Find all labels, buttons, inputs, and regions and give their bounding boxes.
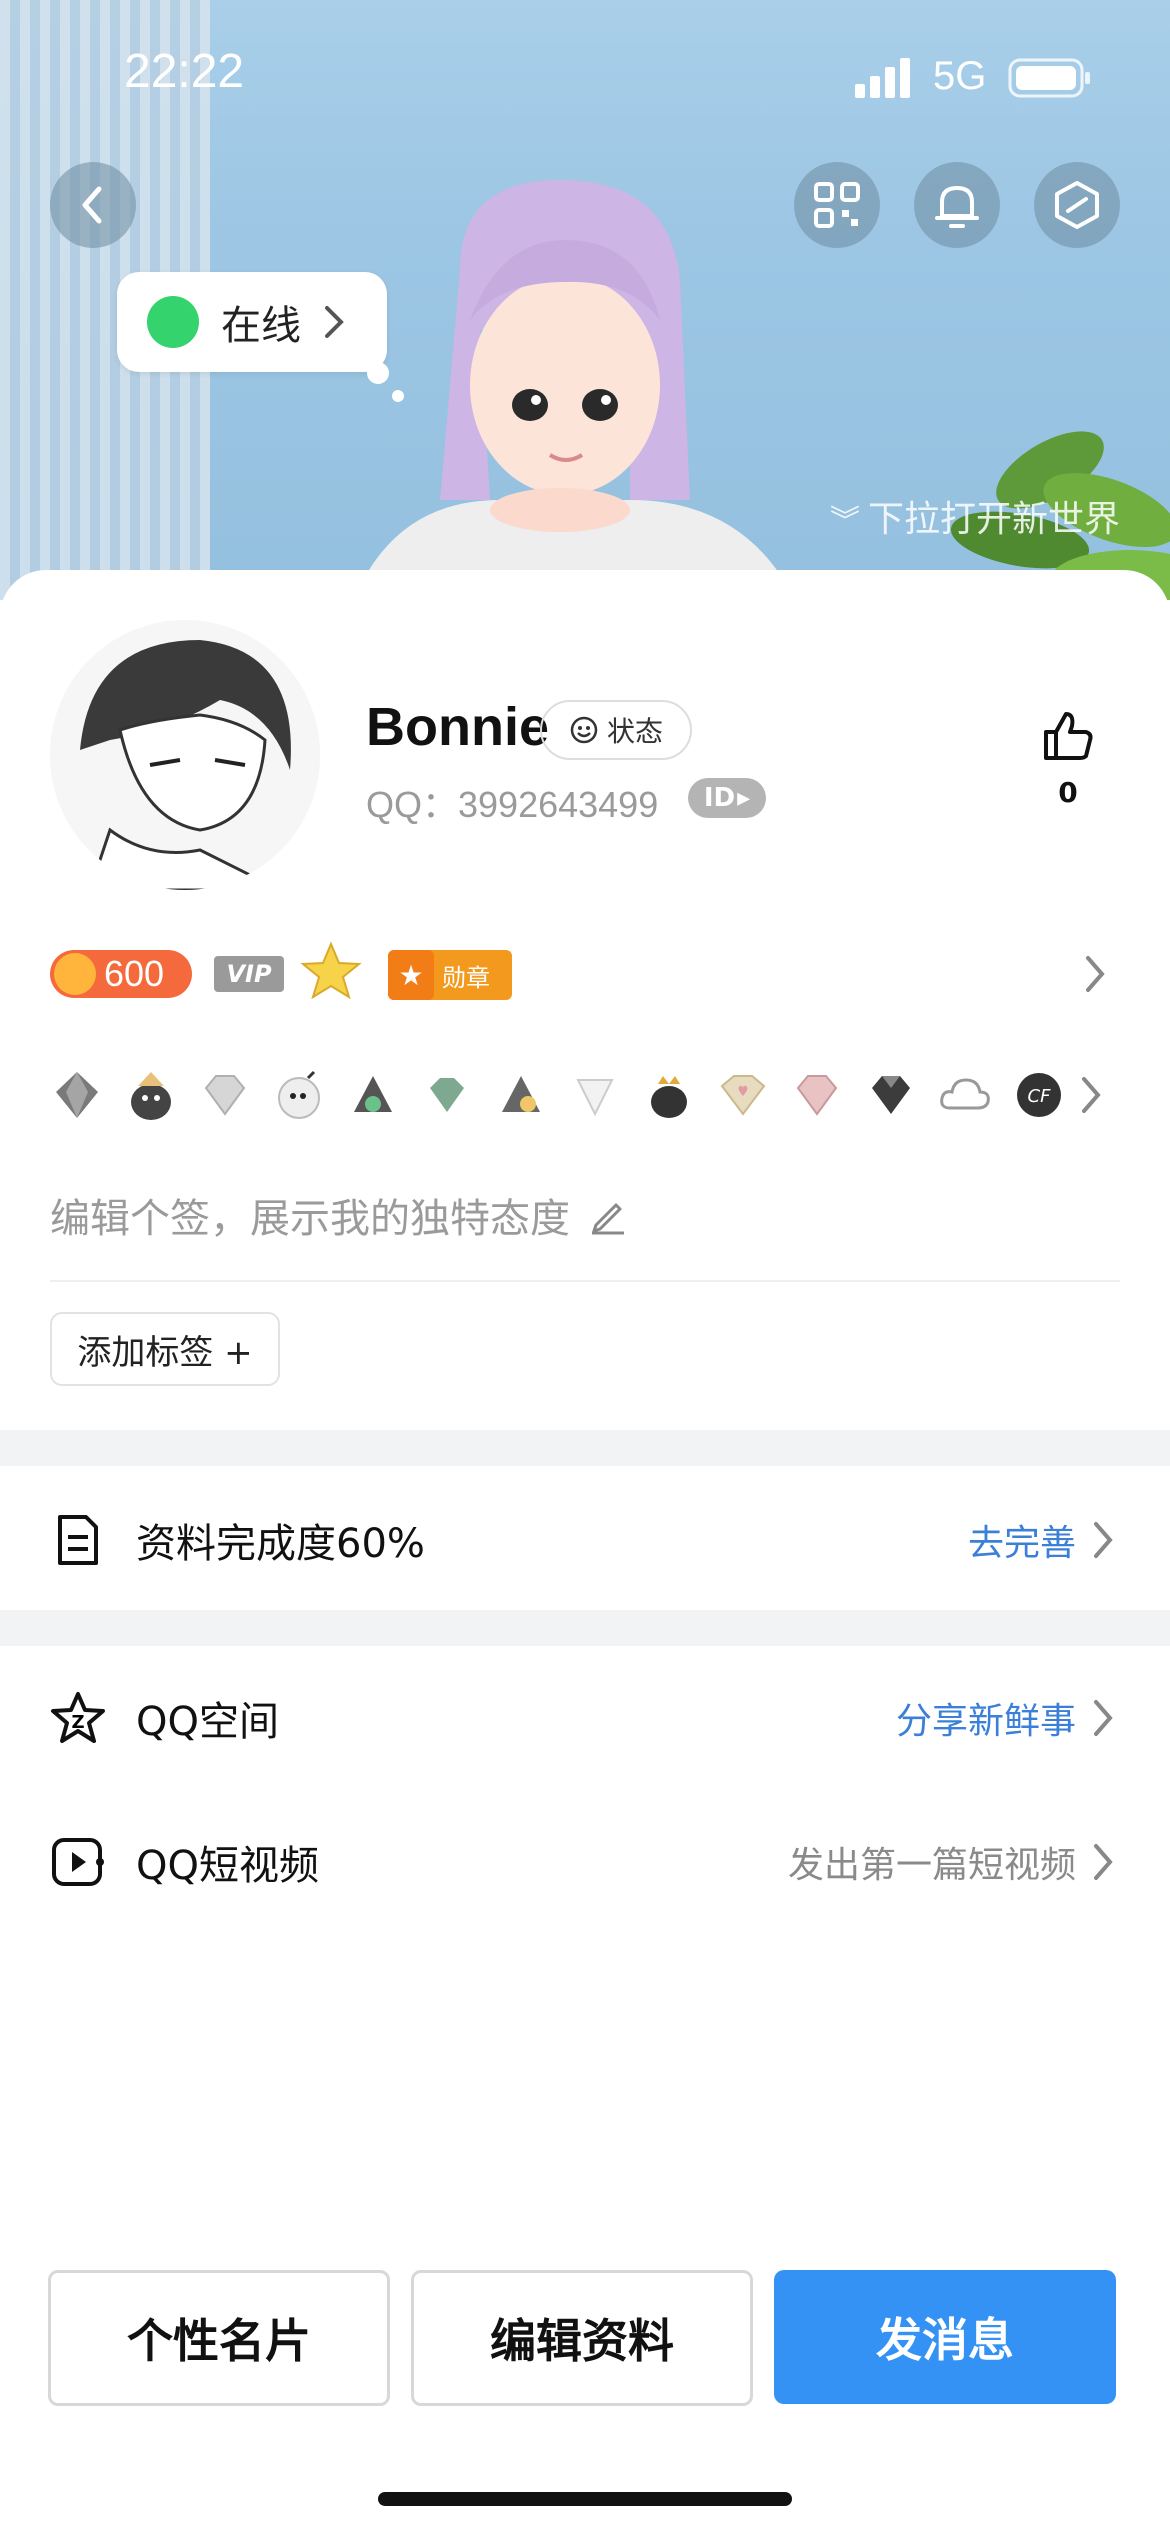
- status-chip-label: 状态: [606, 715, 663, 748]
- medal-label: 勋章: [442, 963, 490, 992]
- signature-editor[interactable]: 编辑个签，展示我的独特态度: [50, 1186, 628, 1244]
- video-icon: [48, 1832, 108, 1892]
- pull-down-hint-label: 下拉打开新世界: [868, 499, 1121, 540]
- chevron-right-icon: [1082, 1077, 1101, 1113]
- document-icon: [48, 1510, 108, 1570]
- signature-placeholder: 编辑个签，展示我的独特态度: [50, 1196, 570, 1242]
- chevron-right-icon: [325, 306, 344, 338]
- white-diamond-icon: [576, 1079, 614, 1117]
- coin-badge[interactable]: 600: [50, 950, 192, 998]
- id-badge[interactable]: ID ▸: [688, 778, 766, 818]
- id-badge-label: ID: [703, 783, 736, 813]
- black-diamond-icon: [872, 1076, 910, 1114]
- settings-button[interactable]: [1034, 162, 1120, 248]
- svg-text:CF: CF: [1028, 1086, 1052, 1107]
- gray-gem-icon: [56, 1072, 98, 1118]
- crown-penguin-icon: [651, 1076, 687, 1118]
- complete-profile-link[interactable]: 去完善: [968, 1514, 1076, 1566]
- like-count: 0: [1058, 776, 1078, 809]
- penguin-gold-icon: [502, 1076, 540, 1112]
- qzone-share-link[interactable]: 分享新鲜事: [896, 1692, 1076, 1744]
- signal-icon: [855, 58, 910, 98]
- online-status-bubble[interactable]: 在线: [117, 272, 387, 372]
- silver-diamond-icon: [204, 1075, 246, 1116]
- qq-number[interactable]: QQ：3992643499: [366, 776, 658, 828]
- qzone-row[interactable]: Z QQ空间 分享新鲜事: [0, 1648, 1170, 1788]
- avatar[interactable]: [50, 620, 320, 890]
- short-video-label: QQ短视频: [136, 1843, 319, 1889]
- pull-down-hint: ︾ 下拉打开新世界: [830, 490, 1120, 542]
- back-button[interactable]: [50, 162, 136, 248]
- svg-text:Z: Z: [71, 1712, 84, 1733]
- hexagon-settings-icon: [1055, 181, 1099, 229]
- online-dot: [147, 296, 199, 348]
- achievement-icons-row[interactable]: CF: [50, 1060, 1120, 1130]
- battery-icon: [1008, 58, 1090, 98]
- chevron-right-icon[interactable]: [1080, 952, 1110, 996]
- zplan-avatar-figure[interactable]: [330, 170, 850, 600]
- play-icon: ▸: [737, 783, 751, 813]
- smile-icon: [570, 716, 598, 744]
- penguin-gem-icon: [354, 1076, 392, 1112]
- bubble-tail: [367, 362, 389, 384]
- medal-star-icon: ★: [388, 950, 434, 1000]
- heart-gem-icon: [720, 1075, 766, 1116]
- back-icon: [82, 186, 102, 224]
- green-diamond-icon: [430, 1078, 464, 1112]
- profile-completion-row[interactable]: 资料完成度60% 去完善: [0, 1470, 1170, 1610]
- avatar-illustration: [50, 620, 320, 890]
- thumbs-up-icon[interactable]: [1040, 708, 1096, 764]
- bubble-tail-small: [392, 390, 404, 402]
- chevron-right-icon: [1094, 1522, 1113, 1558]
- personal-card-button[interactable]: 个性名片: [48, 2270, 390, 2406]
- pink-diamond-icon: [796, 1075, 838, 1116]
- coin-icon: [54, 953, 96, 995]
- status-time: 22:22: [124, 45, 245, 98]
- hero-banner[interactable]: 22:22 5G 在线 ︾ 下拉打开新世界: [0, 0, 1170, 600]
- double-chevron-down-icon: ︾: [830, 504, 860, 539]
- qrcode-button[interactable]: [794, 162, 880, 248]
- notification-button[interactable]: [914, 162, 1000, 248]
- vip-badge[interactable]: VIP: [214, 956, 284, 992]
- star-badge-icon[interactable]: [300, 940, 362, 1002]
- send-message-button[interactable]: 发消息: [774, 2270, 1116, 2404]
- section-gap: [0, 1430, 1170, 1466]
- qrcode-icon: [814, 182, 860, 228]
- star-icon: Z: [48, 1688, 108, 1748]
- edit-profile-button[interactable]: 编辑资料: [411, 2270, 753, 2406]
- penguin-hat-icon: [131, 1072, 171, 1120]
- short-video-row[interactable]: QQ短视频 发出第一篇短视频: [0, 1792, 1170, 1932]
- section-gap: [0, 1610, 1170, 1646]
- bell-icon: [935, 186, 979, 228]
- status-chip[interactable]: 状态: [540, 700, 692, 760]
- home-indicator[interactable]: [378, 2492, 792, 2506]
- cf-game-icon: CF: [1017, 1073, 1061, 1117]
- medal-badge[interactable]: ★ 勋章: [388, 950, 512, 1000]
- short-video-post-link[interactable]: 发出第一篇短视频: [788, 1836, 1076, 1888]
- chevron-right-icon: [1094, 1844, 1113, 1880]
- pencil-icon: [592, 1203, 624, 1235]
- bomb-face-icon: [278, 1070, 320, 1119]
- qzone-label: QQ空间: [136, 1699, 279, 1745]
- nickname: Bonnie: [366, 697, 549, 757]
- profile-completion-label: 资料完成度60%: [136, 1521, 425, 1567]
- network-type: 5G: [933, 54, 987, 98]
- divider: [50, 1280, 1120, 1282]
- chevron-right-icon: [1094, 1700, 1113, 1736]
- add-tag-button[interactable]: 添加标签 +: [50, 1312, 280, 1386]
- coin-value: 600: [104, 953, 165, 994]
- cloud-icon: [940, 1078, 990, 1110]
- online-status-label: 在线: [221, 303, 301, 349]
